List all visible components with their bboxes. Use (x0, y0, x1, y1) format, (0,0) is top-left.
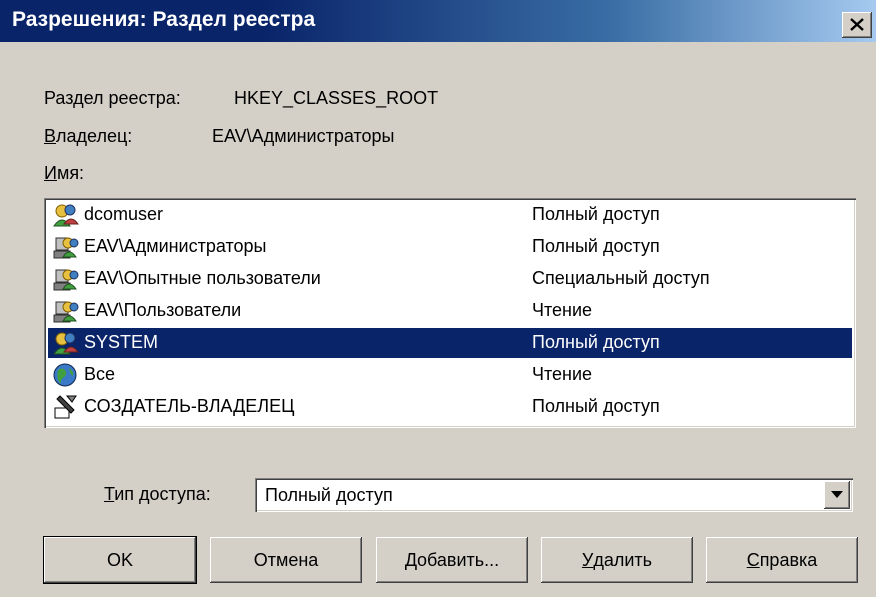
user-icon (52, 330, 80, 356)
name-label: Имя: (44, 163, 85, 183)
registry-key-value: HKEY_CLASSES_ROOT (234, 88, 439, 108)
window-title: Разрешения: Раздел реестра (12, 8, 316, 31)
group-icon (52, 298, 80, 324)
add-button[interactable]: Добавить... (376, 537, 528, 583)
principal-name: EAV\Администраторы (84, 236, 267, 256)
cancel-button[interactable]: Отмена (210, 537, 362, 583)
ok-button[interactable]: OK (44, 537, 196, 583)
registry-key-label: Раздел реестра: (44, 88, 181, 108)
list-item[interactable]: SYSTEM Полный доступ (48, 328, 852, 358)
principal-access: Полный доступ (532, 396, 660, 416)
close-icon (850, 18, 864, 31)
principal-name: СОЗДАТЕЛЬ-ВЛАДЕЛЕЦ (84, 396, 295, 416)
principal-name: EAV\Опытные пользователи (84, 268, 321, 288)
principal-access: Полный доступ (532, 236, 660, 256)
list-item[interactable]: dcomuser Полный доступ (48, 200, 852, 230)
remove-button[interactable]: Удалить (541, 537, 693, 583)
group-icon (52, 266, 80, 292)
principal-access: Специальный доступ (532, 268, 710, 288)
access-type-dropdown-button[interactable] (824, 481, 850, 509)
principals-list[interactable]: dcomuser Полный доступ EAV\Администраторы П… (44, 198, 856, 428)
list-item[interactable]: СОЗДАТЕЛЬ-ВЛАДЕЛЕЦ Полный доступ (48, 392, 852, 422)
list-item[interactable]: Все Чтение (48, 360, 852, 390)
principal-access: Полный доступ (532, 332, 660, 352)
principal-name: EAV\Пользователи (84, 300, 242, 320)
access-type-select[interactable]: Полный доступ (255, 478, 853, 512)
principal-name: Все (84, 364, 116, 384)
group-icon (52, 234, 80, 260)
principal-name: dcomuser (84, 204, 164, 224)
help-button[interactable]: Справка (706, 537, 858, 583)
permissions-dialog: Разрешения: Раздел реестра Раздел реестр… (0, 0, 876, 597)
principal-access: Полный доступ (532, 204, 660, 224)
creator-owner-icon (52, 394, 80, 420)
owner-value: EAV\Администраторы (212, 126, 395, 146)
access-type-value: Полный доступ (265, 485, 393, 505)
title-bar[interactable]: Разрешения: Раздел реестра (0, 0, 876, 42)
access-type-label: Тип доступа: (104, 484, 211, 504)
chevron-down-icon (831, 491, 843, 498)
list-item[interactable]: EAV\Пользователи Чтение (48, 296, 852, 326)
principal-access: Чтение (532, 300, 593, 320)
list-item[interactable]: EAV\Администраторы Полный доступ (48, 232, 852, 262)
principal-name: SYSTEM (84, 332, 159, 352)
list-item[interactable]: EAV\Опытные пользователи Специальный дост… (48, 264, 852, 294)
close-button[interactable] (842, 12, 872, 38)
principal-access: Чтение (532, 364, 593, 384)
owner-label: Владелец: (44, 126, 133, 146)
globe-icon (52, 362, 80, 388)
user-icon (52, 202, 80, 228)
